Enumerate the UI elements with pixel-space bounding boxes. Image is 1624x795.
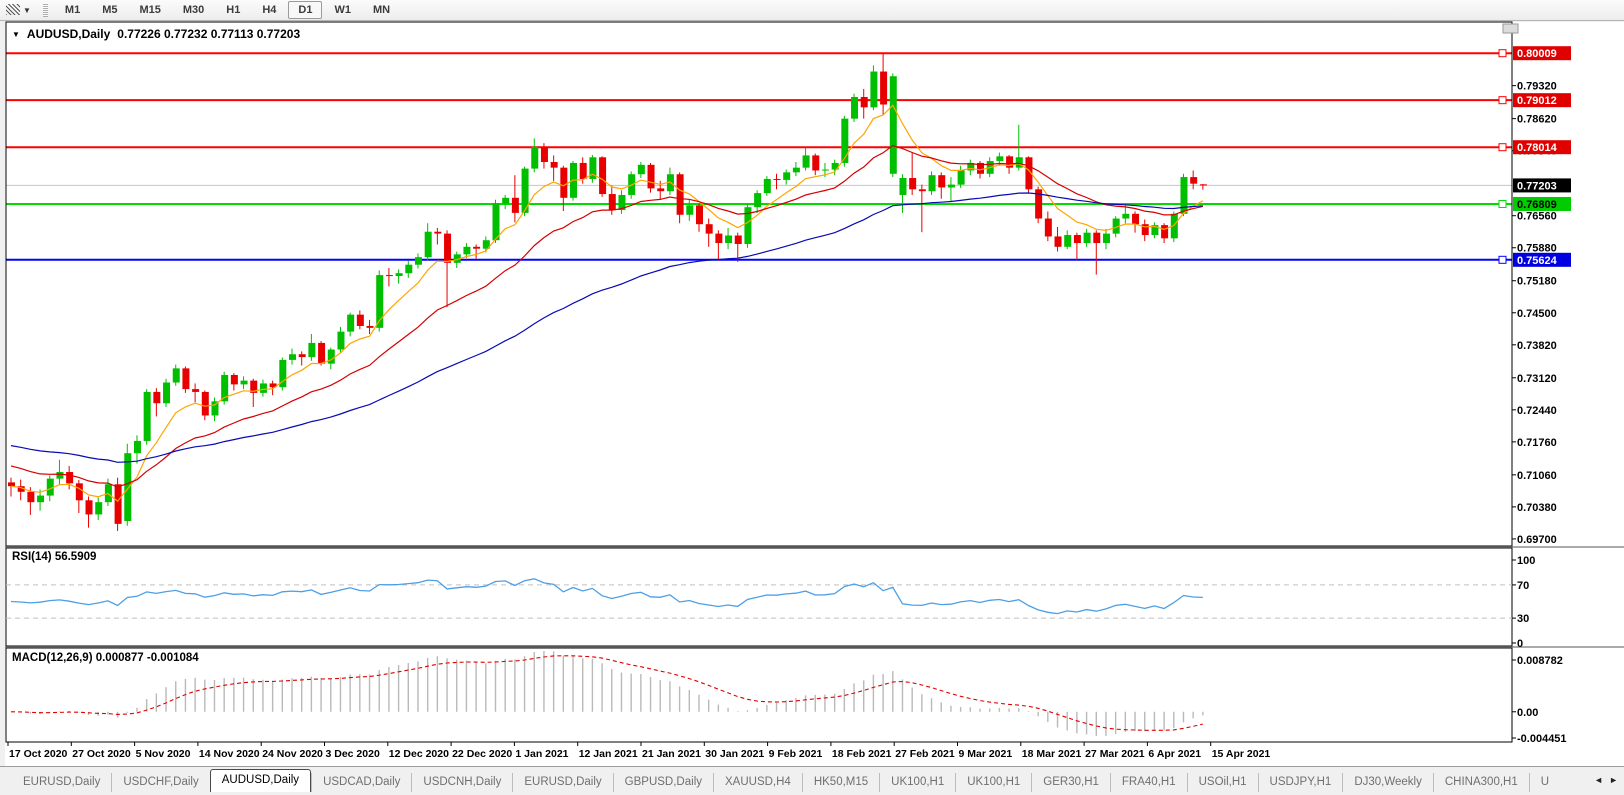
price-level-badge-label: 0.79012 <box>1517 95 1557 107</box>
date-tick-label: 17 Oct 2020 <box>9 748 68 760</box>
line-tool-icon[interactable] <box>4 3 20 17</box>
timeframe-button-m1[interactable]: M1 <box>55 1 90 19</box>
date-tick-label: 27 Oct 2020 <box>72 748 131 760</box>
chart-tab-china300-h1[interactable]: CHINA300,H1 <box>1433 773 1529 792</box>
chart-tab-gbpusd-daily[interactable]: GBPUSD,Daily <box>613 773 713 792</box>
chart-tab-usdjpy-h1[interactable]: USDJPY,H1 <box>1258 773 1343 792</box>
chart-ohlc-values: 0.77226 0.77232 0.77113 0.77203 <box>117 27 300 41</box>
tab-scroll-right-icon[interactable]: ► <box>1609 775 1618 785</box>
macd-tick-label: -0.004451 <box>1517 733 1567 745</box>
timeframe-button-mn[interactable]: MN <box>363 1 400 19</box>
date-tick-label: 21 Jan 2021 <box>642 748 701 760</box>
current-price-badge-label: 0.77203 <box>1517 180 1557 192</box>
timeframe-button-m5[interactable]: M5 <box>92 1 127 19</box>
date-tick-label: 1 Jan 2021 <box>515 748 568 760</box>
level-line-anchor-0[interactable] <box>1499 50 1506 57</box>
price-tick-label: 0.70380 <box>1517 502 1557 514</box>
price-tick-label: 0.75180 <box>1517 276 1557 288</box>
chart-tab-usdcad-daily[interactable]: USDCAD,Daily <box>311 773 411 792</box>
price-tick-label: 0.72440 <box>1517 405 1557 417</box>
chart-tab-eurusd-daily[interactable]: EURUSD,Daily <box>512 773 612 792</box>
date-tick-label: 5 Nov 2020 <box>136 748 191 760</box>
chart-tab-uk100-h1[interactable]: UK100,H1 <box>955 773 1031 792</box>
timeframe-button-d1[interactable]: D1 <box>288 1 322 19</box>
chart-tab-uk100-h1[interactable]: UK100,H1 <box>879 773 955 792</box>
tab-scroll-arrows: ◄ ► <box>1586 767 1624 792</box>
timeframe-button-m30[interactable]: M30 <box>173 1 214 19</box>
price-tick-label: 0.73820 <box>1517 340 1557 352</box>
chart-tab-bar: EURUSD,DailyUSDCHF,DailyAUDUSD,DailyUSDC… <box>0 766 1624 792</box>
date-tick-label: 14 Nov 2020 <box>199 748 260 760</box>
chart-canvas: 0.793200.786200.779400.765600.758800.751… <box>0 0 1624 766</box>
price-tick-label: 0.74500 <box>1517 308 1557 320</box>
chart-tab-usoil-h1[interactable]: USOil,H1 <box>1187 773 1258 792</box>
date-tick-label: 22 Dec 2020 <box>452 748 512 760</box>
rsi-tick-label: 100 <box>1517 555 1535 567</box>
timeframe-button-h1[interactable]: H1 <box>216 1 250 19</box>
date-tick-label: 18 Mar 2021 <box>1022 748 1082 760</box>
date-tick-label: 6 Apr 2021 <box>1148 748 1201 760</box>
rsi-indicator-label: RSI(14) 56.5909 <box>12 551 96 563</box>
price-tick-label: 0.76560 <box>1517 211 1557 223</box>
date-tick-label: 9 Feb 2021 <box>769 748 823 760</box>
mt4-window: ▼ M1M5M15M30H1H4D1W1MN 0.79320 0.78620 0.7… <box>0 0 1624 795</box>
price-level-badge-label: 0.75624 <box>1517 255 1558 267</box>
chart-symbol-label: AUDUSD,Daily <box>27 27 110 41</box>
date-tick-label: 18 Feb 2021 <box>832 748 892 760</box>
chart-tab-fra40-h1[interactable]: FRA40,H1 <box>1110 773 1187 792</box>
date-tick-label: 9 Mar 2021 <box>959 748 1013 760</box>
chart-tab-dj30-weekly[interactable]: DJ30,Weekly <box>1342 773 1433 792</box>
chart-tab-eurusd-daily[interactable]: EURUSD,Daily <box>12 773 111 792</box>
chart-tab-audusd-daily[interactable]: AUDUSD,Daily <box>210 769 311 792</box>
chart-tab-hk50-m15[interactable]: HK50,M15 <box>802 773 879 792</box>
macd-tick-label: 0.00 <box>1517 707 1538 719</box>
rsi-tick-label: 30 <box>1517 613 1529 625</box>
date-tick-label: 15 Apr 2021 <box>1212 748 1271 760</box>
price-level-badge-label: 0.78014 <box>1517 142 1558 154</box>
chart-tab-xauusd-h4[interactable]: XAUUSD,H4 <box>713 773 802 792</box>
level-line-anchor-4[interactable] <box>1499 256 1506 263</box>
tool-dropdown-icon[interactable]: ▼ <box>23 6 31 15</box>
chart-tab-usdchf-daily[interactable]: USDCHF,Daily <box>111 773 209 792</box>
date-tick-label: 27 Feb 2021 <box>895 748 955 760</box>
chart-tab-u[interactable]: U <box>1529 773 1560 792</box>
chart-tab-usdcnh-daily[interactable]: USDCNH,Daily <box>411 773 512 792</box>
toolbar-drag-handle[interactable] <box>43 3 48 17</box>
price-level-badge-label: 0.80009 <box>1517 48 1557 60</box>
macd-indicator-label: MACD(12,26,9) 0.000877 -0.001084 <box>12 652 199 664</box>
date-tick-label: 12 Jan 2021 <box>579 748 638 760</box>
price-tick-label: 0.71760 <box>1517 437 1557 449</box>
price-tick-label: 0.73120 <box>1517 373 1557 385</box>
timeframe-toolbar: ▼ M1M5M15M30H1H4D1W1MN <box>0 0 1624 21</box>
price-tick-label: 0.79320 <box>1517 81 1557 93</box>
date-tick-label: 3 Dec 2020 <box>326 748 380 760</box>
timeframe-button-w1[interactable]: W1 <box>324 1 361 19</box>
price-level-badge-label: 0.76809 <box>1517 199 1557 211</box>
date-tick-label: 12 Dec 2020 <box>389 748 449 760</box>
rsi-tick-label: 70 <box>1517 580 1529 592</box>
date-tick-label: 24 Nov 2020 <box>262 748 323 760</box>
chart-title: ▼ AUDUSD,Daily 0.77226 0.77232 0.77113 0… <box>12 27 300 41</box>
timeframe-button-m15[interactable]: M15 <box>129 1 170 19</box>
tab-scroll-left-icon[interactable]: ◄ <box>1594 775 1603 785</box>
macd-tick-label: 0.008782 <box>1517 655 1563 667</box>
chart-tab-ger30-h1[interactable]: GER30,H1 <box>1031 773 1110 792</box>
date-tick-label: 30 Jan 2021 <box>705 748 764 760</box>
level-line-anchor-1[interactable] <box>1499 97 1506 104</box>
chart-background <box>5 22 1624 766</box>
level-line-anchor-2[interactable] <box>1499 144 1506 151</box>
chart-corner-button[interactable] <box>1503 24 1518 33</box>
price-tick-label: 0.78620 <box>1517 114 1557 126</box>
price-tick-label: 0.71060 <box>1517 470 1557 482</box>
timeframe-button-h4[interactable]: H4 <box>252 1 286 19</box>
title-collapse-icon[interactable]: ▼ <box>12 30 20 39</box>
date-tick-label: 27 Mar 2021 <box>1085 748 1145 760</box>
price-tick-label: 0.69700 <box>1517 534 1557 546</box>
level-line-anchor-3[interactable] <box>1499 200 1506 207</box>
rsi-tick-label: 0 <box>1517 638 1523 650</box>
